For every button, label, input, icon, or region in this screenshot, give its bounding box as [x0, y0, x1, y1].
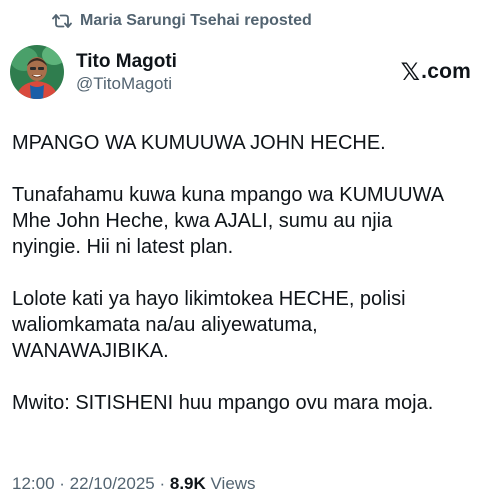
repost-label: Maria Sarungi Tsehai reposted: [80, 12, 312, 29]
avatar[interactable]: [10, 45, 64, 99]
repost-icon: [52, 12, 72, 30]
tweet-paragraph: Lolote kati ya hayo likimtokea HECHE, po…: [12, 288, 406, 362]
tweet-paragraph: MPANGO WA KUMUUWA JOHN HECHE.: [12, 132, 386, 154]
author-display-name[interactable]: Tito Magoti: [76, 50, 177, 73]
x-logo-icon: 𝕏: [400, 58, 421, 86]
tweet-date[interactable]: 22/10/2025: [70, 474, 155, 493]
views-label: Views: [205, 474, 256, 493]
tweet-paragraph: Mwito: SITISHENI huu mpango ovu mara moj…: [12, 392, 434, 414]
x-brand-logo: 𝕏 .com: [401, 58, 471, 86]
tweet-paragraph: Tunafahamu kuwa kuna mpango wa KUMUUWA M…: [12, 184, 445, 258]
meta-separator: ·: [154, 474, 170, 493]
meta-separator: ·: [54, 474, 70, 493]
author-names: Tito Magoti @TitoMagoti: [76, 50, 177, 95]
tweet-meta: 12:00 · 22/10/2025 · 8.9K Views: [12, 474, 256, 494]
repost-indicator[interactable]: Maria Sarungi Tsehai reposted: [52, 12, 312, 30]
tweet-author-row: Tito Magoti @TitoMagoti 𝕏 .com: [10, 44, 471, 100]
brand-suffix: .com: [421, 60, 471, 83]
author-handle[interactable]: @TitoMagoti: [76, 73, 177, 95]
views-count[interactable]: 8.9K: [170, 474, 206, 493]
tweet-text: MPANGO WA KUMUUWA JOHN HECHE. Tunafahamu…: [12, 130, 482, 442]
tweet-time[interactable]: 12:00: [12, 474, 55, 493]
